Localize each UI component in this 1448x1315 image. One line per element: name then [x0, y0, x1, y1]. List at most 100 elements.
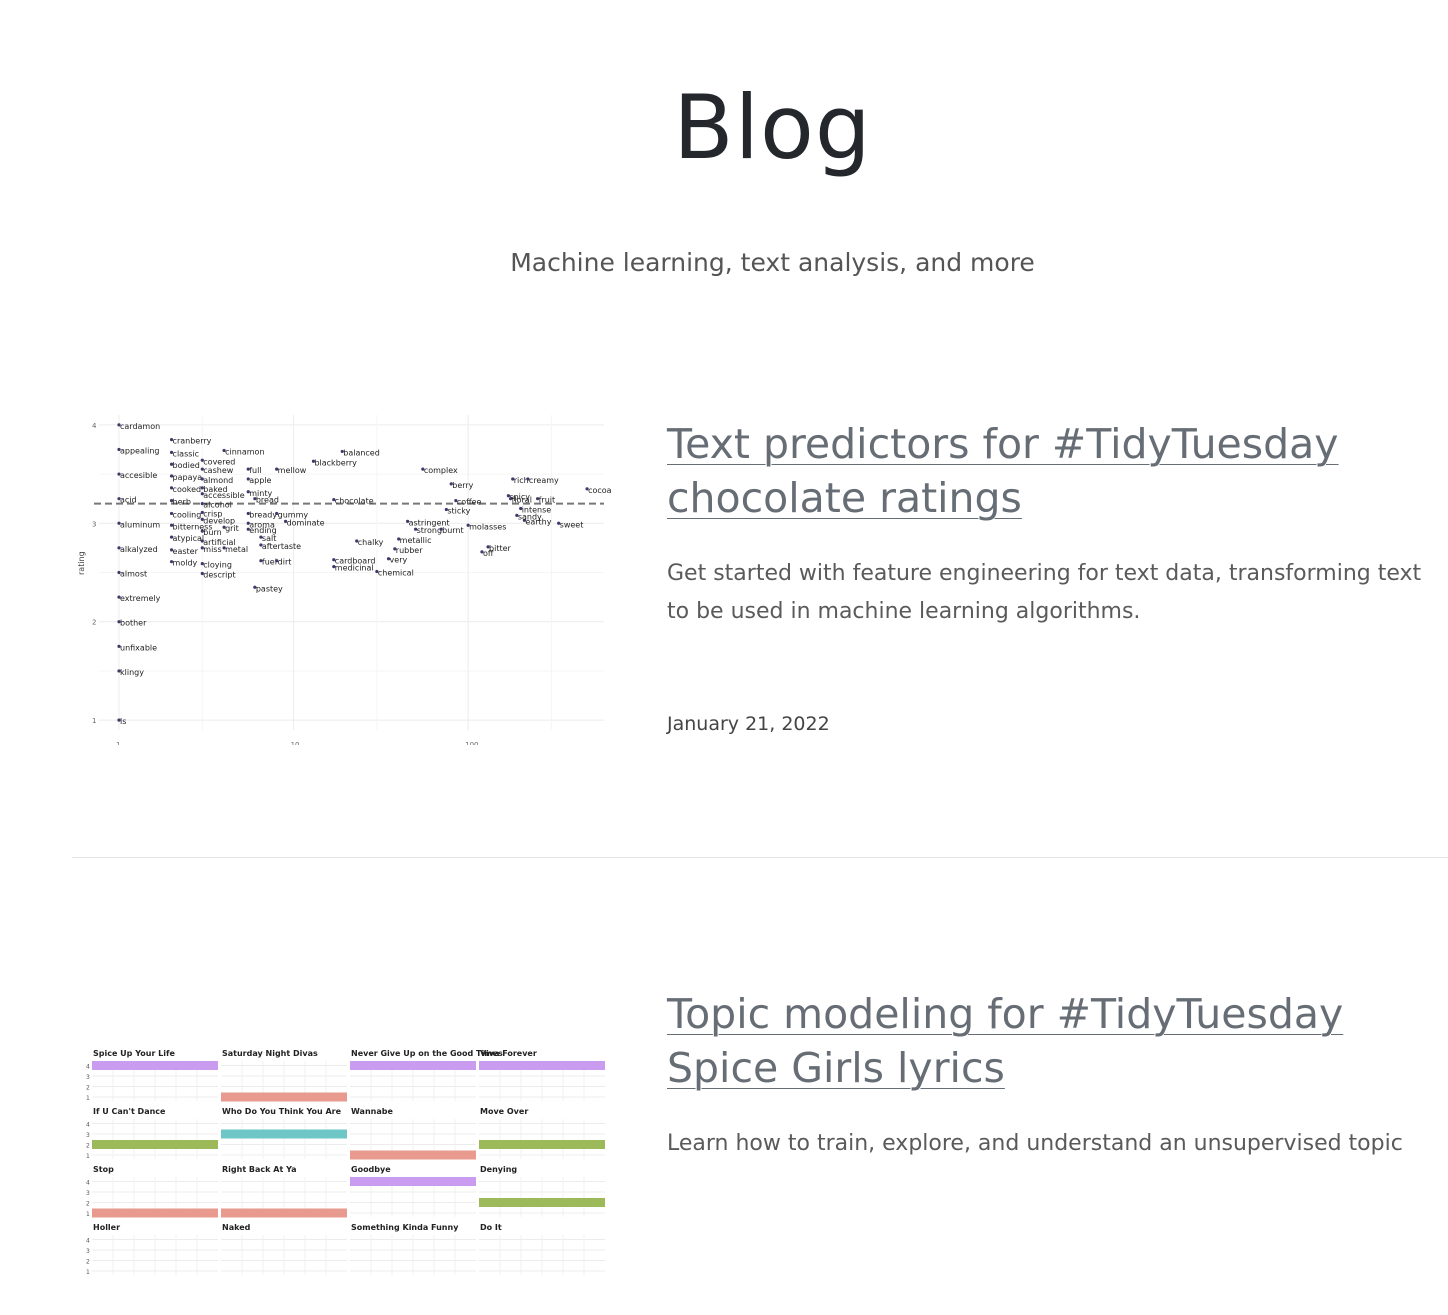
point-label: appealing: [120, 446, 159, 455]
topic-bar: [350, 1061, 476, 1070]
facet-title: Spice Up Your Life: [93, 1049, 175, 1058]
point-label: off: [483, 549, 494, 558]
facet-title: Denying: [480, 1165, 517, 1174]
facet-title: Right Back At Ya: [222, 1165, 297, 1174]
point-label: strong: [417, 526, 442, 535]
y-tick-label: 2: [86, 1201, 90, 1208]
point-label: acid: [120, 496, 137, 505]
point-label: miss: [203, 545, 221, 554]
point-label: cocoa: [588, 486, 612, 495]
point-label: sticky: [447, 507, 470, 516]
y-tick-label: 3: [86, 1248, 90, 1255]
facet-title: Viva Forever: [480, 1049, 537, 1058]
point-label: burn: [203, 528, 221, 537]
point-label: complex: [424, 466, 458, 475]
y-tick-label: 1: [86, 1211, 90, 1218]
facet-title: Something Kinda Funny: [351, 1223, 459, 1232]
topic-bar: [92, 1208, 218, 1218]
point-label: rich: [514, 476, 529, 485]
point-label: very: [390, 556, 408, 565]
post-thumbnail-facet-chart[interactable]: Spice Up Your Life 1 2 3 4 Saturday Night Div…: [72, 975, 612, 1315]
y-tick-label: 4: [86, 1064, 90, 1071]
point-label: floral: [512, 496, 532, 505]
facet-title: Goodbye: [351, 1165, 391, 1174]
point-label: full: [249, 466, 261, 475]
post-body: Topic modeling for #TidyTuesday Spice Gi…: [667, 987, 1437, 1163]
y-tick-label: 3: [92, 520, 96, 528]
facet-title: Stop: [93, 1165, 114, 1174]
point-label: papaya: [173, 473, 203, 482]
topic-bar: [350, 1177, 476, 1186]
point-label: aluminum: [120, 520, 160, 529]
point-label: covered: [203, 457, 235, 466]
point-label: herb: [173, 498, 191, 507]
point-label: pastey: [256, 584, 283, 593]
topic-bar: [221, 1129, 347, 1139]
y-tick-label: 1: [86, 1269, 90, 1276]
point-label: easter: [173, 547, 199, 556]
point-label: mellow: [278, 466, 307, 475]
x-tick-label: 10: [291, 741, 300, 745]
point-label: fruit: [539, 496, 556, 505]
y-tick-label: 2: [92, 619, 96, 627]
y-tick-label: 2: [86, 1143, 90, 1150]
point-label: burnt: [442, 526, 464, 535]
y-tick-label: 4: [86, 1122, 90, 1129]
point-label: berry: [452, 481, 473, 490]
point-label: dirt: [278, 558, 292, 567]
point-label: cooked: [173, 485, 202, 494]
page-title: Blog: [673, 76, 872, 179]
point-label: cooling: [173, 510, 202, 519]
facet-title: Holler: [93, 1223, 120, 1232]
point-label: alcohol: [203, 501, 232, 510]
point-label: apple: [249, 476, 271, 485]
point-label: cranberry: [173, 437, 212, 446]
point-label: atypical: [173, 534, 205, 543]
point-label: chocolate: [335, 497, 374, 506]
y-tick-label: 1: [86, 1153, 90, 1160]
point-label: medicinal: [335, 564, 374, 573]
facet-title: Saturday Night Divas: [222, 1049, 318, 1058]
point-label: cardamon: [120, 422, 160, 431]
topic-bar: [479, 1061, 605, 1070]
post-title-link[interactable]: Topic modeling for #TidyTuesday Spice Gi…: [667, 987, 1437, 1095]
topic-bar: [92, 1061, 218, 1070]
topic-bar: [221, 1208, 347, 1218]
point-label: alkalyzed: [120, 545, 158, 554]
y-tick-label: 4: [92, 422, 97, 430]
topic-bar: [479, 1198, 605, 1207]
post-thumbnail-scatter-chart[interactable]: 1234110100nratingcardamonappealingaccesi…: [72, 405, 612, 745]
y-tick-label: 2: [86, 1085, 90, 1092]
y-tick-label: 4: [86, 1238, 90, 1245]
point-label: ls: [120, 717, 126, 726]
point-label: almond: [203, 476, 233, 485]
point-label: rubber: [396, 546, 423, 555]
point-label: unfixable: [120, 643, 157, 652]
point-label: bready: [249, 510, 277, 519]
x-tick-label: 1: [116, 741, 120, 745]
point-label: metallic: [400, 536, 432, 545]
point-label: bodied: [173, 461, 200, 470]
point-label: accesible: [120, 471, 157, 480]
point-label: extremely: [120, 594, 161, 603]
y-axis-label: rating: [77, 551, 86, 575]
facet-title: If U Can't Dance: [93, 1107, 166, 1116]
page-subtitle: Machine learning, text analysis, and mor…: [510, 248, 1035, 277]
y-tick-label: 3: [86, 1074, 90, 1081]
point-label: chemical: [378, 569, 414, 578]
y-tick-label: 1: [92, 717, 96, 725]
facet-title: Naked: [222, 1223, 251, 1232]
point-label: cashew: [203, 466, 233, 475]
post-title-link[interactable]: Text predictors for #TidyTuesday chocola…: [667, 417, 1437, 525]
point-label: moldy: [173, 559, 198, 568]
topic-bar: [92, 1140, 218, 1149]
point-label: chalky: [358, 538, 384, 547]
point-label: cloying: [203, 561, 232, 570]
point-label: aftertaste: [262, 542, 301, 551]
point-label: klingy: [120, 668, 144, 677]
point-label: descript: [203, 570, 235, 579]
post-description: Get started with feature engineering for…: [667, 561, 1422, 624]
point-label: almost: [120, 570, 147, 579]
facet-title: Who Do You Think You Are: [222, 1107, 342, 1116]
point-label: molasses: [469, 522, 506, 531]
